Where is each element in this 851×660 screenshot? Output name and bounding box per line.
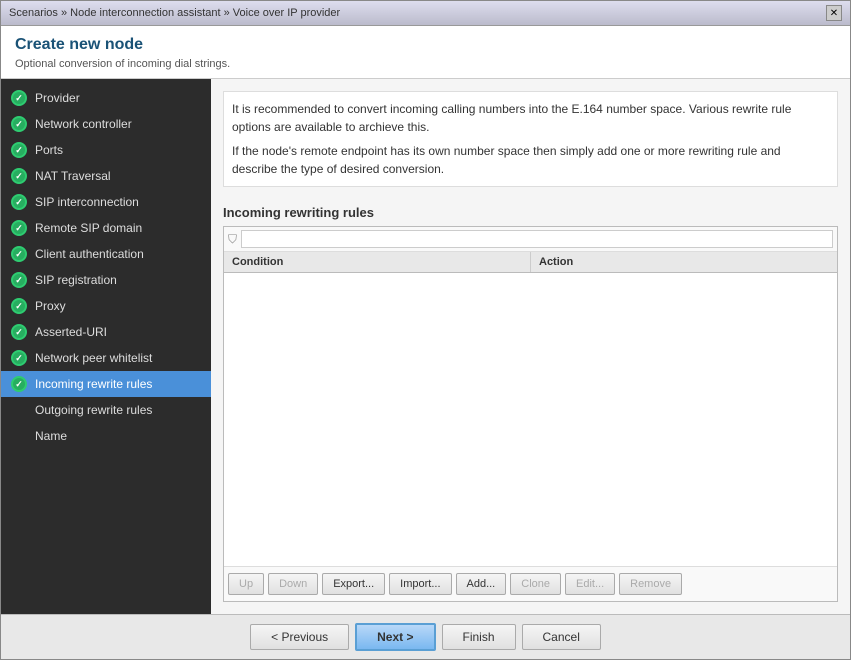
check-icon-nat-traversal <box>11 168 27 184</box>
sidebar-item-label-outgoing-rewrite-rules: Outgoing rewrite rules <box>35 403 152 417</box>
clone-button[interactable]: Clone <box>510 573 561 595</box>
sidebar-item-ports[interactable]: Ports <box>1 137 211 163</box>
check-icon-remote-sip-domain <box>11 220 27 236</box>
sidebar-item-label-sip-registration: SIP registration <box>35 273 117 287</box>
footer: < Previous Next > Finish Cancel <box>1 614 850 659</box>
title-bar: Scenarios » Node interconnection assista… <box>1 1 850 26</box>
sidebar-item-label-name: Name <box>35 429 67 443</box>
sidebar-item-label-client-authentication: Client authentication <box>35 247 144 261</box>
sidebar-item-label-proxy: Proxy <box>35 299 66 313</box>
no-check-name <box>11 428 27 444</box>
rules-table: ⛉ Condition Action Up Down Export... Imp… <box>223 226 838 602</box>
sidebar-item-label-remote-sip-domain: Remote SIP domain <box>35 221 142 235</box>
check-icon-asserted-uri <box>11 324 27 340</box>
remove-button[interactable]: Remove <box>619 573 682 595</box>
previous-button[interactable]: < Previous <box>250 624 349 650</box>
main-window: Scenarios » Node interconnection assista… <box>0 0 851 660</box>
import-button[interactable]: Import... <box>389 573 451 595</box>
finish-button[interactable]: Finish <box>442 624 516 650</box>
description-line-2: If the node's remote endpoint has its ow… <box>232 142 829 178</box>
table-body <box>224 273 837 566</box>
sidebar-item-outgoing-rewrite-rules[interactable]: Outgoing rewrite rules <box>1 397 211 423</box>
check-icon-sip-registration <box>11 272 27 288</box>
check-icon-provider <box>11 90 27 106</box>
title-bar-text: Scenarios » Node interconnection assista… <box>9 7 340 19</box>
sidebar-item-asserted-uri[interactable]: Asserted-URI <box>1 319 211 345</box>
table-actions: Up Down Export... Import... Add... Clone… <box>224 566 837 601</box>
content-area: It is recommended to convert incoming ca… <box>211 79 850 614</box>
description-box: It is recommended to convert incoming ca… <box>223 91 838 187</box>
column-condition: Condition <box>224 252 531 272</box>
export-button[interactable]: Export... <box>322 573 385 595</box>
edit-button[interactable]: Edit... <box>565 573 615 595</box>
header: Create new node Optional conversion of i… <box>1 26 850 79</box>
table-header: Condition Action <box>224 252 837 273</box>
next-button[interactable]: Next > <box>355 623 435 651</box>
sidebar-item-label-network-controller: Network controller <box>35 117 132 131</box>
section-title: Incoming rewriting rules <box>223 205 838 220</box>
sidebar-item-incoming-rewrite-rules[interactable]: Incoming rewrite rules <box>1 371 211 397</box>
sidebar-item-label-nat-traversal: NAT Traversal <box>35 169 111 183</box>
sidebar-item-label-network-peer-whitelist: Network peer whitelist <box>35 351 152 365</box>
sidebar-item-label-ports: Ports <box>35 143 63 157</box>
sidebar-item-network-controller[interactable]: Network controller <box>1 111 211 137</box>
table-filter-bar: ⛉ <box>224 227 837 252</box>
sidebar-item-nat-traversal[interactable]: NAT Traversal <box>1 163 211 189</box>
filter-input[interactable] <box>241 230 833 248</box>
check-icon-sip-interconnection <box>11 194 27 210</box>
sidebar: Provider Network controller Ports NAT Trave… <box>1 79 211 614</box>
sidebar-item-remote-sip-domain[interactable]: Remote SIP domain <box>1 215 211 241</box>
sidebar-item-label-incoming-rewrite-rules: Incoming rewrite rules <box>35 377 152 391</box>
check-icon-network-peer-whitelist <box>11 350 27 366</box>
sidebar-item-label-asserted-uri: Asserted-URI <box>35 325 107 339</box>
sidebar-item-name[interactable]: Name <box>1 423 211 449</box>
sidebar-item-label-sip-interconnection: SIP interconnection <box>35 195 139 209</box>
sidebar-item-proxy[interactable]: Proxy <box>1 293 211 319</box>
sidebar-item-network-peer-whitelist[interactable]: Network peer whitelist <box>1 345 211 371</box>
description-line-1: It is recommended to convert incoming ca… <box>232 100 829 136</box>
add-button[interactable]: Add... <box>456 573 507 595</box>
filter-icon: ⛉ <box>228 232 237 247</box>
close-button[interactable]: ✕ <box>826 5 842 21</box>
down-button[interactable]: Down <box>268 573 318 595</box>
check-icon-ports <box>11 142 27 158</box>
sidebar-item-client-authentication[interactable]: Client authentication <box>1 241 211 267</box>
column-action: Action <box>531 252 837 272</box>
page-subtitle: Optional conversion of incoming dial str… <box>15 58 836 70</box>
sidebar-item-label-provider: Provider <box>35 91 80 105</box>
cancel-button[interactable]: Cancel <box>522 624 601 650</box>
main-area: Provider Network controller Ports NAT Trave… <box>1 79 850 614</box>
check-icon-network-controller <box>11 116 27 132</box>
sidebar-item-provider[interactable]: Provider <box>1 85 211 111</box>
up-button[interactable]: Up <box>228 573 264 595</box>
check-icon-proxy <box>11 298 27 314</box>
page-title: Create new node <box>15 36 836 54</box>
sidebar-item-sip-registration[interactable]: SIP registration <box>1 267 211 293</box>
check-icon-incoming-rewrite-rules <box>11 376 27 392</box>
check-icon-client-authentication <box>11 246 27 262</box>
no-check-outgoing-rewrite-rules <box>11 402 27 418</box>
sidebar-item-sip-interconnection[interactable]: SIP interconnection <box>1 189 211 215</box>
